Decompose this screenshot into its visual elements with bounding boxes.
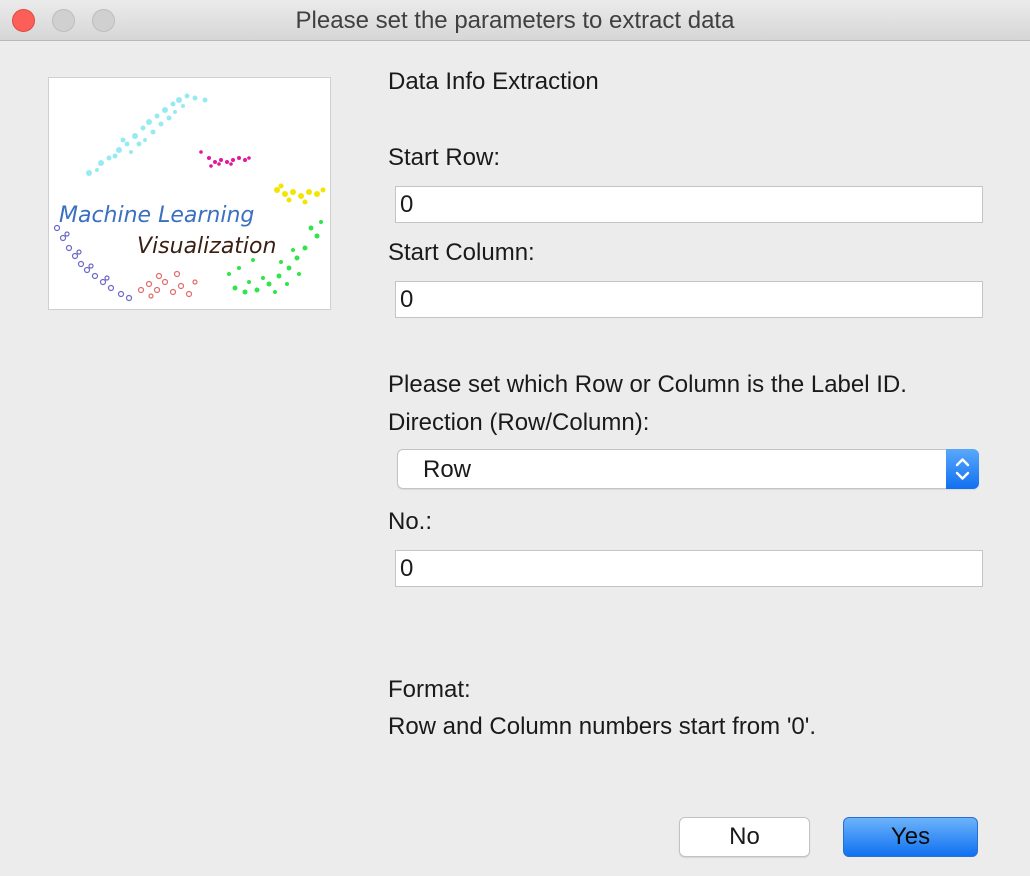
number-field[interactable] <box>395 550 983 587</box>
yes-button[interactable]: Yes <box>843 817 978 857</box>
direction-select[interactable]: Row <box>397 449 979 489</box>
no-button[interactable]: No <box>679 817 810 857</box>
label-id-prompt: Please set which Row or Column is the La… <box>388 371 907 398</box>
chevron-up-down-icon <box>946 449 979 489</box>
number-label: No.: <box>388 508 433 535</box>
format-text: Row and Column numbers start from '0'. <box>388 713 816 740</box>
title-bar: Please set the parameters to extract dat… <box>0 0 1030 41</box>
start-row-field[interactable] <box>395 186 983 223</box>
start-row-label: Start Row: <box>388 144 501 171</box>
section-heading: Data Info Extraction <box>388 68 599 95</box>
logo-line2: Visualization <box>137 234 276 259</box>
direction-select-value: Row <box>423 456 472 483</box>
start-column-field[interactable] <box>395 281 983 318</box>
logo-line1: Machine Learning <box>59 203 254 228</box>
dialog-window: Please set the parameters to extract dat… <box>0 0 1030 876</box>
format-title: Format: <box>388 676 471 703</box>
window-title: Please set the parameters to extract dat… <box>295 7 735 34</box>
start-column-label: Start Column: <box>388 239 535 266</box>
direction-label: Direction (Row/Column): <box>388 409 650 436</box>
logo-scatter-image: Machine Learning Visualization <box>53 93 326 302</box>
app-logo: Machine Learning Visualization <box>48 77 331 310</box>
